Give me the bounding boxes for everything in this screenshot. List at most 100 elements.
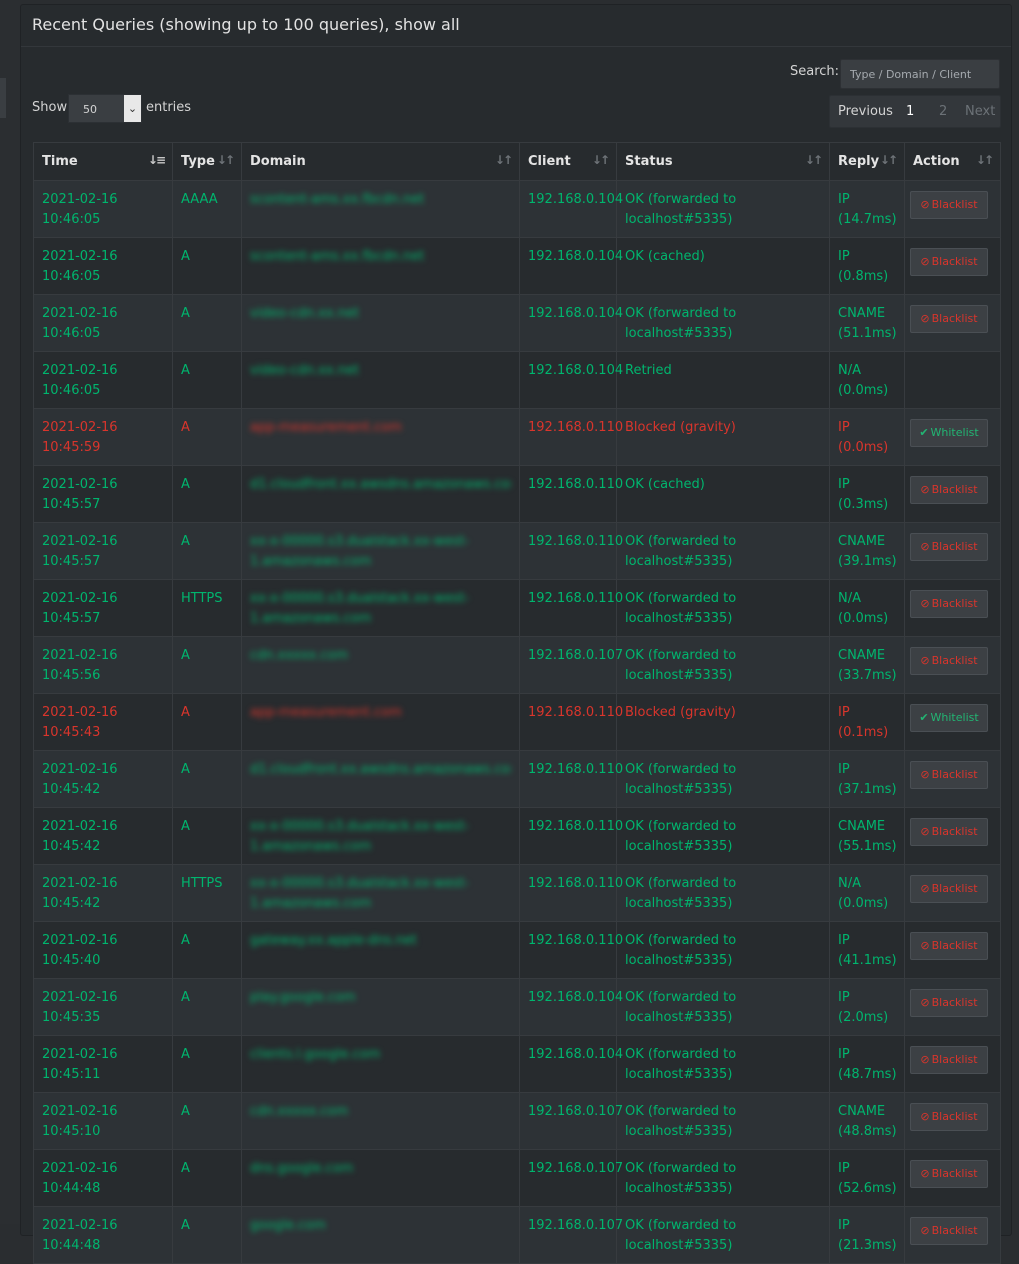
client-value[interactable]: 192.168.0.110 [528,933,623,948]
column-header-time[interactable]: Time ↓≡ [33,142,173,181]
client-value[interactable]: 192.168.0.110 [528,477,623,492]
domain-value[interactable]: gateway.xx.apple-dns.net [250,931,511,951]
type-value: A [181,819,190,834]
pagination-page-2[interactable]: 2 [939,104,947,119]
reply-value: CNAME (39.1ms) [838,534,897,569]
table-row: 2021-02-16 10:45:43 Aapp-measurement.com 1… [33,693,1001,751]
blacklist-button[interactable]: ⊘ Blacklist [910,932,988,960]
ban-icon: ⊘ [920,1110,930,1123]
pagination-page-1[interactable]: 1 [906,104,914,119]
client-value[interactable]: 192.168.0.110 [528,705,623,720]
client-value[interactable]: 192.168.0.110 [528,591,623,606]
time-value: 2021-02-16 10:44:48 [42,1218,118,1253]
domain-value[interactable]: xx-x-00000.s3.dualstack.xx-west-1.amazon… [250,589,511,629]
client-value[interactable]: 192.168.0.104 [528,249,623,264]
domain-value[interactable]: clients.l.google.com [250,1045,511,1065]
client-value[interactable]: 192.168.0.110 [528,420,623,435]
column-header-domain[interactable]: Domain ↓↑ [241,142,520,181]
column-header-client[interactable]: Client ↓↑ [519,142,617,181]
domain-value[interactable]: cdn.xxxxx.com [250,646,511,666]
reply-value: IP (52.6ms) [838,1161,897,1196]
cell-action: ⊘ Blacklist [904,636,1001,694]
client-value[interactable]: 192.168.0.104 [528,363,623,378]
column-header-action[interactable]: Action ↓↑ [904,142,1001,181]
ban-icon: ⊘ [920,1224,930,1237]
chevron-down-icon[interactable]: ⌄ [124,95,141,122]
domain-value[interactable]: cdn.xxxxx.com [250,1102,511,1122]
client-value[interactable]: 192.168.0.104 [528,192,623,207]
domain-value[interactable]: video-cdn.xx.net [250,304,511,324]
cell-reply: IP (48.7ms) [829,1035,905,1093]
domain-value[interactable]: scontent-ams.xx.fbcdn.net [250,190,511,210]
cell-status: OK (forwarded to localhost#5335) [616,807,830,865]
cell-reply: IP (2.0ms) [829,978,905,1036]
search-input[interactable] [840,59,1000,89]
domain-value[interactable]: app-measurement.com [250,703,511,723]
blacklist-button[interactable]: ⊘ Blacklist [910,476,988,504]
blacklist-button-label: Blacklist [931,939,978,952]
ban-icon: ⊘ [920,597,930,610]
domain-value[interactable]: d1.cloudfront.xx.awsdns.amazonaws.com [250,760,511,780]
domain-value[interactable]: d1.cloudfront.xx.awsdns.amazonaws.com [250,475,511,495]
column-header-reply[interactable]: Reply ↓↑ [829,142,905,181]
blacklist-button[interactable]: ⊘ Blacklist [910,305,988,333]
domain-value[interactable]: play.google.com [250,988,511,1008]
domain-value[interactable]: xx-x-00000.s3.dualstack.xx-west-1.amazon… [250,532,511,572]
blacklist-button[interactable]: ⊘ Blacklist [910,989,988,1017]
pagination-next[interactable]: Next [965,104,995,119]
whitelist-button[interactable]: ✔ Whitelist [910,704,988,732]
blacklist-button[interactable]: ⊘ Blacklist [910,875,988,903]
blacklist-button[interactable]: ⊘ Blacklist [910,1046,988,1074]
domain-value[interactable]: scontent-ams.xx.fbcdn.net [250,247,511,267]
time-value: 2021-02-16 10:45:59 [42,420,118,455]
client-value[interactable]: 192.168.0.104 [528,990,623,1005]
blacklist-button[interactable]: ⊘ Blacklist [910,647,988,675]
cell-time: 2021-02-16 10:45:43 [33,693,173,751]
domain-value[interactable]: google.com [250,1216,511,1236]
pagination-previous[interactable]: Previous [838,104,893,119]
cell-type: A [172,408,242,466]
blacklist-button[interactable]: ⊘ Blacklist [910,1217,988,1245]
cell-type: A [172,237,242,295]
cell-action: ⊘ Blacklist [904,1149,1001,1207]
client-value[interactable]: 192.168.0.110 [528,534,623,549]
cell-action: ⊘ Blacklist [904,1035,1001,1093]
client-value[interactable]: 192.168.0.110 [528,762,623,777]
time-value: 2021-02-16 10:45:40 [42,933,118,968]
client-value[interactable]: 192.168.0.110 [528,819,623,834]
table-header-row: Time ↓≡ Type ↓↑ Domain ↓↑ Client ↓↑ Status ↓↑… [33,142,1001,181]
client-value[interactable]: 192.168.0.107 [528,1161,623,1176]
cell-domain: video-cdn.xx.net [241,351,520,409]
whitelist-button[interactable]: ✔ Whitelist [910,419,988,447]
left-page-edge [0,0,20,1224]
client-value[interactable]: 192.168.0.107 [528,1104,623,1119]
blacklist-button[interactable]: ⊘ Blacklist [910,191,988,219]
blacklist-button[interactable]: ⊘ Blacklist [910,1103,988,1131]
cell-status: Blocked (gravity) [616,693,830,751]
cell-time: 2021-02-16 10:46:05 [33,351,173,409]
blacklist-button[interactable]: ⊘ Blacklist [910,761,988,789]
blacklist-button[interactable]: ⊘ Blacklist [910,248,988,276]
reply-value: IP (48.7ms) [838,1047,897,1082]
blacklist-button[interactable]: ⊘ Blacklist [910,590,988,618]
column-header-label: Status [625,154,673,169]
blacklist-button[interactable]: ⊘ Blacklist [910,533,988,561]
ban-icon: ⊘ [920,312,930,325]
blacklist-button[interactable]: ⊘ Blacklist [910,818,988,846]
domain-value[interactable]: xx-x-00000.s3.dualstack.xx-west-1.amazon… [250,817,511,857]
column-header-status[interactable]: Status ↓↑ [616,142,830,181]
client-value[interactable]: 192.168.0.104 [528,306,623,321]
domain-value[interactable]: video-cdn.xx.net [250,361,511,381]
client-value[interactable]: 192.168.0.104 [528,1047,623,1062]
cell-status: OK (forwarded to localhost#5335) [616,921,830,979]
sort-icon: ↓↑ [216,153,235,167]
entries-select[interactable]: 50 ⌄ [68,94,142,123]
domain-value[interactable]: dns.google.com [250,1159,511,1179]
domain-value[interactable]: xx-x-00000.s3.dualstack.xx-west-1.amazon… [250,874,511,914]
blacklist-button[interactable]: ⊘ Blacklist [910,1160,988,1188]
column-header-type[interactable]: Type ↓↑ [172,142,242,181]
client-value[interactable]: 192.168.0.110 [528,876,623,891]
client-value[interactable]: 192.168.0.107 [528,648,623,663]
domain-value[interactable]: app-measurement.com [250,418,511,438]
client-value[interactable]: 192.168.0.107 [528,1218,623,1233]
